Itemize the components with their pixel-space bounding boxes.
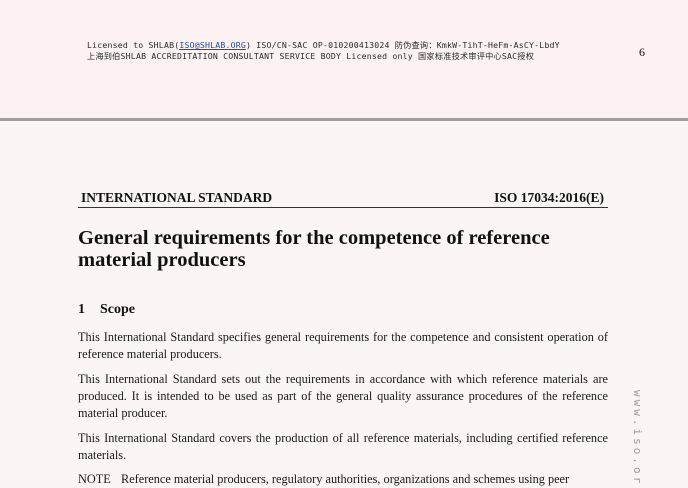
license-line-2: 上海到伯SHLAB ACCREDITATION CONSULTANT SERVI… xyxy=(87,51,535,61)
document-title: General requirements for the competence … xyxy=(78,227,550,271)
section-title: Scope xyxy=(100,302,135,317)
note-label: NOTE xyxy=(78,472,111,486)
standard-type: INTERNATIONAL STANDARD xyxy=(81,190,273,205)
standard-designation: ISO 17034:2016(E) xyxy=(494,190,604,205)
license-banner-area: Licensed to SHLAB(ISO@SHLAB.ORG) ISO/CN-… xyxy=(0,0,688,118)
iso-watermark: www.iso.org xyxy=(631,390,644,484)
paragraph: This International Standard sets out the… xyxy=(78,372,608,420)
license-email-link[interactable]: ISO@SHLAB.ORG xyxy=(179,40,246,50)
note: NOTE Reference material producers, regula… xyxy=(78,471,608,488)
section-heading: 1 Scope xyxy=(78,302,135,318)
paragraph: This International Standard covers the p… xyxy=(78,431,608,462)
page-number: 6 xyxy=(639,45,645,59)
license-notice: Licensed to SHLAB(ISO@SHLAB.ORG) ISO/CN-… xyxy=(87,40,627,62)
paragraph: This International Standard specifies ge… xyxy=(78,330,608,361)
standard-header: INTERNATIONAL STANDARD ISO 17034:2016(E) xyxy=(78,190,608,208)
section-number: 1 xyxy=(78,302,85,317)
license-line-1: Licensed to SHLAB(ISO@SHLAB.ORG) ISO/CN-… xyxy=(87,40,560,50)
